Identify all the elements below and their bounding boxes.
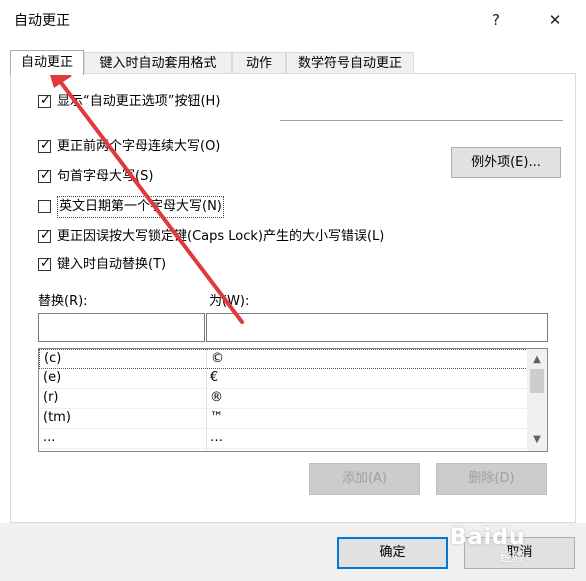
annotation-arrow-icon <box>46 62 244 324</box>
baidu-watermark-sub: 经验 <box>500 550 525 564</box>
tab-autocorrect[interactable]: 自动更正 <box>10 50 84 75</box>
baidu-watermark: Baidu <box>450 525 526 550</box>
